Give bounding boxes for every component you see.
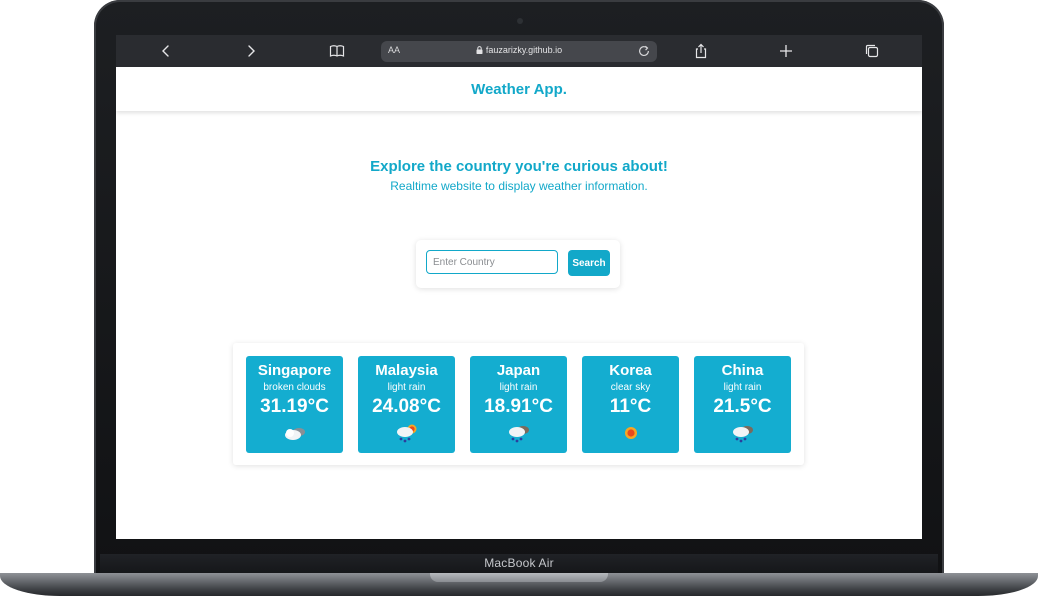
weather-condition: broken clouds <box>263 382 326 393</box>
browser-toolbar: AA fauzarizky.github.io <box>116 35 922 67</box>
forward-icon[interactable] <box>241 41 261 61</box>
rain-cloud-icon <box>509 426 529 443</box>
city-name: Malaysia <box>375 362 438 379</box>
rain-cloud-icon <box>733 426 753 443</box>
hero-subtitle: Realtime website to display weather info… <box>390 179 648 193</box>
url-display: fauzarizky.github.io <box>381 45 657 55</box>
weather-card-china[interactable]: China light rain 21.5°C <box>694 356 791 453</box>
search-button[interactable]: Search <box>568 250 610 276</box>
laptop-notch <box>430 573 608 582</box>
sun-rain-cloud-icon <box>397 424 417 443</box>
address-bar[interactable]: AA fauzarizky.github.io <box>381 41 657 62</box>
camera-icon <box>517 18 523 24</box>
search-card: Search <box>416 240 620 288</box>
laptop-model-label: MacBook Air <box>484 556 554 570</box>
weather-condition: light rain <box>723 382 762 393</box>
weather-condition: clear sky <box>610 382 651 393</box>
bookmarks-icon[interactable] <box>327 41 347 61</box>
weather-condition: light rain <box>499 382 538 393</box>
city-name: Japan <box>496 362 541 379</box>
sun-icon <box>625 427 637 439</box>
city-name: Korea <box>609 362 652 379</box>
weather-card-malaysia[interactable]: Malaysia light rain 24.08°C <box>358 356 455 453</box>
weather-condition: light rain <box>387 382 426 393</box>
reload-icon[interactable] <box>637 44 651 58</box>
city-name: China <box>721 362 764 379</box>
temperature: 31.19°C <box>260 396 329 417</box>
temperature: 24.08°C <box>372 396 441 417</box>
app-navbar: Weather App. <box>116 67 922 111</box>
hero-title: Explore the country you're curious about… <box>370 158 668 175</box>
weather-cards-panel: Singapore broken clouds 31.19°C Malaysia… <box>233 343 804 465</box>
app-brand[interactable]: Weather App. <box>471 81 567 98</box>
country-search-input[interactable] <box>426 250 558 274</box>
weather-card-japan[interactable]: Japan light rain 18.91°C <box>470 356 567 453</box>
back-icon[interactable] <box>156 41 176 61</box>
new-tab-icon[interactable] <box>776 41 796 61</box>
temperature: 18.91°C <box>484 396 553 417</box>
weather-card-singapore[interactable]: Singapore broken clouds 31.19°C <box>246 356 343 453</box>
broken-clouds-icon <box>285 428 305 440</box>
url-text: fauzarizky.github.io <box>485 45 563 55</box>
share-icon[interactable] <box>691 41 711 61</box>
browser-screen: AA fauzarizky.github.io Weather App. Exp… <box>116 35 922 539</box>
temperature: 21.5°C <box>713 396 772 417</box>
tabs-overview-icon[interactable] <box>862 41 882 61</box>
weather-card-korea[interactable]: Korea clear sky 11°C <box>582 356 679 453</box>
lock-icon <box>476 46 483 54</box>
temperature: 11°C <box>609 396 652 417</box>
city-name: Singapore <box>257 362 332 379</box>
